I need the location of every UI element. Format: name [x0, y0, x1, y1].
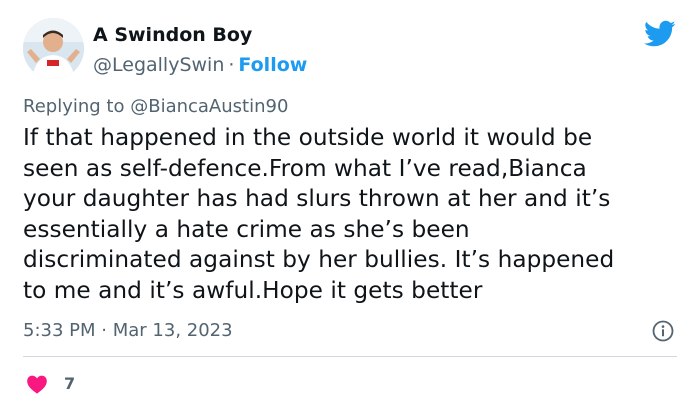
tweet-date: Mar 13, 2023: [112, 320, 233, 341]
info-icon[interactable]: [651, 319, 675, 343]
tweet-time: 5:33 PM: [23, 320, 96, 341]
author-block: A Swindon Boy @LegallySwin · Follow: [93, 22, 307, 78]
avatar[interactable]: [23, 18, 84, 79]
divider: [23, 356, 677, 357]
like-count: 7: [64, 374, 76, 393]
twitter-bird-icon[interactable]: [644, 20, 676, 48]
reply-context: Replying to @BiancaAustin90: [23, 95, 288, 119]
tweet-meta: 5:33 PM · Mar 13, 2023: [23, 318, 675, 344]
tweet-text: If that happened in the outside world it…: [23, 124, 615, 304]
author-display-name[interactable]: A Swindon Boy: [93, 22, 307, 48]
timestamp-separator: ·: [101, 320, 107, 341]
reply-mention-link[interactable]: @BiancaAustin90: [130, 96, 288, 117]
handle-separator: ·: [228, 54, 235, 76]
reply-prefix: Replying to: [23, 96, 125, 117]
person-avatar-icon: [23, 18, 84, 79]
heart-icon[interactable]: [26, 374, 48, 394]
like-action[interactable]: 7: [26, 372, 75, 396]
tweet-header: A Swindon Boy @LegallySwin · Follow: [23, 18, 680, 80]
tweet-card: A Swindon Boy @LegallySwin · Follow Replyi…: [0, 0, 700, 410]
tweet-timestamp[interactable]: 5:33 PM · Mar 13, 2023: [23, 320, 233, 341]
author-handle[interactable]: @LegallySwin: [93, 54, 224, 76]
follow-button[interactable]: Follow: [238, 54, 307, 76]
handle-row: @LegallySwin · Follow: [93, 52, 307, 78]
